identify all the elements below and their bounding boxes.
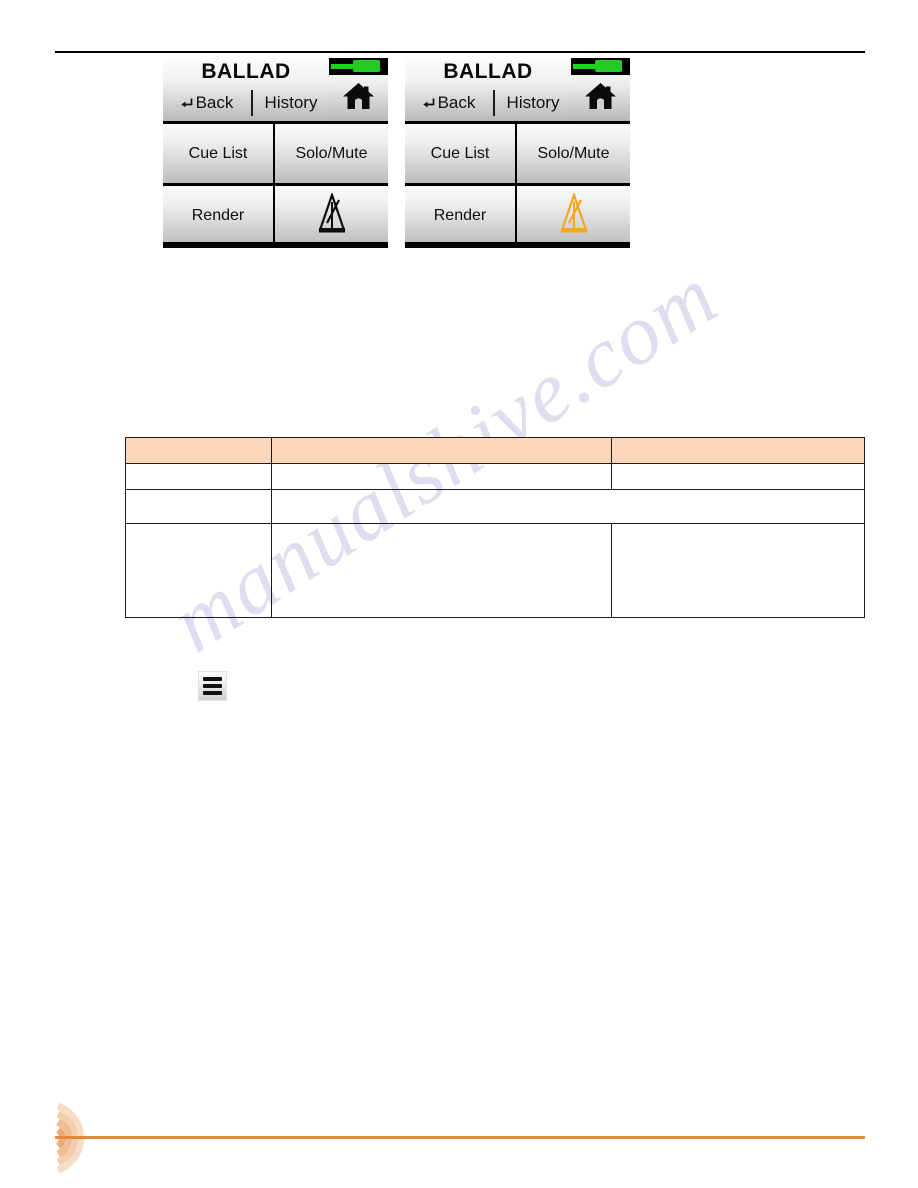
- hamburger-menu-icon: [203, 684, 222, 688]
- table-cell: [125, 523, 272, 618]
- table-cell: [125, 489, 272, 524]
- home-button[interactable]: [329, 75, 388, 121]
- home-button[interactable]: [571, 75, 630, 121]
- device-header: BALLAD Back History: [163, 58, 388, 124]
- metronome-icon: [315, 191, 349, 238]
- device-header-left: BALLAD Back History: [405, 58, 571, 121]
- home-icon: [584, 82, 617, 115]
- table-row: [125, 489, 865, 524]
- render-button[interactable]: Render: [163, 186, 273, 245]
- table-header-row: [125, 437, 865, 464]
- table-cell-merged: [271, 489, 865, 524]
- device-row-1: Cue List Solo/Mute: [163, 124, 388, 186]
- table-cell: [271, 523, 612, 618]
- cue-list-button[interactable]: Cue List: [405, 124, 515, 183]
- table-header-cell: [271, 437, 612, 464]
- solo-mute-button[interactable]: Solo/Mute: [517, 124, 630, 183]
- back-button-label: Back: [195, 93, 234, 112]
- device-row-2: Render: [405, 186, 630, 248]
- spec-table: [125, 437, 865, 618]
- concentric-arcs-logo: [52, 1098, 130, 1178]
- device-footer-bar: [163, 242, 388, 248]
- page-watermark: manualshive.com: [154, 247, 880, 910]
- header-rule: [55, 51, 865, 53]
- solo-mute-button[interactable]: Solo/Mute: [275, 124, 388, 183]
- table-cell: [611, 463, 865, 490]
- device-header-right: [329, 58, 388, 121]
- history-button[interactable]: History: [495, 86, 571, 120]
- song-title: BALLAD: [443, 60, 533, 83]
- back-button[interactable]: Back: [163, 86, 251, 120]
- song-title: BALLAD: [201, 60, 291, 83]
- metronome-button[interactable]: [275, 186, 388, 245]
- table-header-cell: [125, 437, 272, 464]
- back-button[interactable]: Back: [405, 86, 493, 120]
- device-header: BALLAD Back History: [405, 58, 630, 124]
- device-header-left: BALLAD Back History: [163, 58, 329, 121]
- device-screen-black-metronome: BALLAD Back History Cue List Solo/Mute R…: [163, 58, 388, 248]
- footer-rule: [55, 1136, 865, 1139]
- render-button[interactable]: Render: [405, 186, 515, 245]
- device-row-2: Render: [163, 186, 388, 248]
- table-row: [125, 523, 865, 618]
- device-screen-orange-metronome: BALLAD Back History Cue List Solo/Mute R…: [405, 58, 630, 248]
- back-arrow-icon: [180, 96, 193, 110]
- table-row: [125, 463, 865, 490]
- table-cell: [611, 523, 865, 618]
- device-row-1: Cue List Solo/Mute: [405, 124, 630, 186]
- back-button-label: Back: [437, 93, 476, 112]
- home-icon: [342, 82, 375, 115]
- signal-indicator-icon: [571, 58, 630, 75]
- metronome-icon: [557, 191, 591, 238]
- device-header-right: [571, 58, 630, 121]
- table-cell: [125, 463, 272, 490]
- hamburger-menu-icon: [203, 677, 222, 681]
- cue-list-button[interactable]: Cue List: [163, 124, 273, 183]
- back-arrow-icon: [422, 96, 435, 110]
- history-button[interactable]: History: [253, 86, 329, 120]
- signal-indicator-icon: [329, 58, 388, 75]
- metronome-button[interactable]: [517, 186, 630, 245]
- hamburger-menu-icon: [203, 691, 222, 695]
- device-footer-bar: [405, 242, 630, 248]
- table-header-cell: [611, 437, 865, 464]
- table-cell: [271, 463, 612, 490]
- menu-button[interactable]: [198, 671, 227, 701]
